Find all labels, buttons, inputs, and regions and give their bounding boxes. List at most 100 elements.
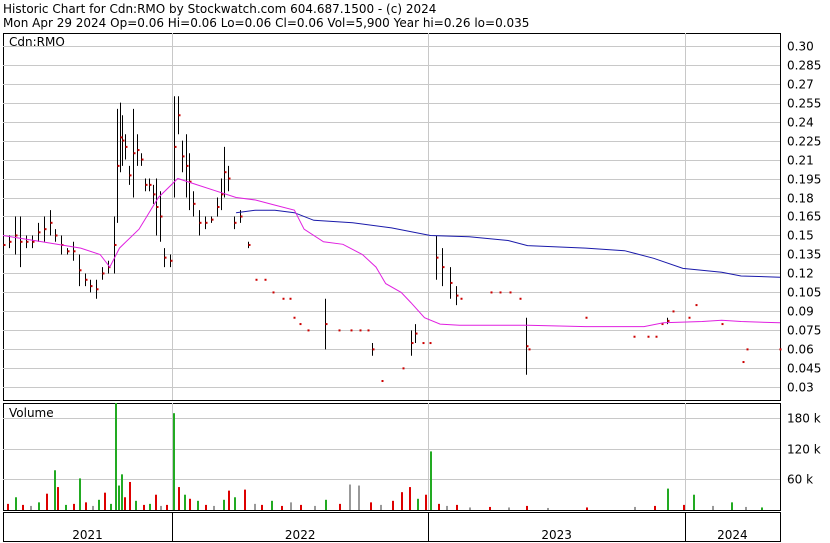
close-dot — [102, 272, 105, 275]
volume-bar — [438, 503, 440, 510]
close-dot — [199, 221, 202, 224]
close-dot — [585, 316, 588, 319]
close-dot — [182, 155, 185, 158]
close-dot — [490, 291, 493, 294]
volume-bar — [223, 499, 225, 510]
price-tick-label: 0.135 — [787, 248, 821, 262]
volume-bar — [213, 505, 215, 510]
close-dot — [667, 319, 670, 322]
volume-bar — [370, 502, 372, 510]
close-dot — [133, 152, 136, 155]
close-dot — [519, 297, 522, 300]
close-dot — [350, 329, 353, 332]
volume-bar — [73, 503, 75, 510]
volume-bar — [508, 507, 510, 510]
volume-bar — [325, 499, 327, 510]
volume-bar — [261, 504, 263, 510]
volume-bar — [745, 506, 747, 510]
close-dot — [9, 240, 12, 243]
close-dot — [450, 281, 453, 284]
close-dot — [422, 342, 425, 345]
price-tick-label: 0.18 — [787, 192, 814, 206]
volume-bar — [526, 505, 528, 510]
volume-bar — [184, 494, 186, 510]
close-dot — [32, 240, 35, 243]
price-tick-label: 0.24 — [787, 116, 814, 130]
close-dot — [120, 136, 123, 139]
close-dot — [55, 234, 58, 237]
volume-tick-label: 60 k — [787, 473, 813, 487]
price-tick-label: 0.15 — [787, 229, 814, 243]
volume-bar — [392, 500, 394, 510]
volume-bar — [254, 503, 256, 510]
volume-tick-label: 180 k — [787, 412, 821, 426]
close-dot — [359, 329, 362, 332]
close-dot — [44, 228, 47, 231]
close-dot — [164, 256, 167, 259]
volume-bar — [110, 503, 112, 510]
volume-bar — [244, 489, 246, 510]
close-dot — [282, 297, 285, 300]
close-dot — [402, 367, 405, 370]
close-dot — [528, 348, 531, 351]
close-dot — [293, 316, 296, 319]
close-dot — [79, 269, 82, 272]
price-tick-label: 0.075 — [787, 324, 821, 338]
volume-bar — [178, 487, 180, 510]
price-panel: 0.30 0.285 0.27 0.255 0.24 0.225 0.21 0.195 0.18… — [2, 33, 821, 401]
volume-bar — [290, 502, 292, 510]
close-dot — [15, 234, 18, 237]
close-dot — [149, 183, 152, 186]
volume-panel: 60 k 120 k 180 k Volume — [3, 403, 821, 511]
volume-bar — [118, 485, 120, 510]
volume-tick-label: 120 k — [787, 443, 821, 457]
close-dot — [153, 193, 156, 196]
close-dot — [20, 240, 23, 243]
x-tick-label: 2024 — [717, 528, 748, 542]
close-dot — [255, 278, 258, 281]
close-dot — [338, 329, 341, 332]
close-dot — [38, 231, 41, 234]
close-dot — [415, 332, 418, 335]
close-dot — [429, 342, 432, 345]
volume-bar — [761, 507, 763, 510]
volume-bar — [683, 504, 685, 510]
close-dot — [224, 171, 227, 174]
volume-bar — [7, 503, 9, 510]
close-dot — [688, 316, 691, 319]
volume-bar — [135, 500, 137, 510]
close-dot — [129, 174, 132, 177]
close-dot — [367, 329, 370, 332]
volume-bar — [22, 504, 24, 510]
volume-bar — [349, 484, 351, 510]
close-dot — [779, 348, 782, 351]
close-dot — [50, 221, 53, 224]
close-dot — [647, 335, 650, 338]
volume-bar — [205, 504, 207, 510]
close-dot — [122, 139, 125, 142]
volume-bar — [98, 499, 100, 510]
close-dot — [211, 218, 214, 221]
close-dot — [456, 294, 459, 297]
volume-bar — [129, 481, 131, 510]
close-dot — [178, 114, 181, 117]
price-tick-label: 0.105 — [787, 286, 821, 300]
x-tick-label: 2021 — [72, 528, 103, 542]
close-dot — [299, 323, 302, 326]
volume-bar — [358, 485, 360, 510]
close-dot — [114, 243, 117, 246]
volume-bar — [228, 490, 230, 510]
volume-bar — [281, 505, 283, 510]
price-tick-label: 0.21 — [787, 154, 814, 168]
price-tick-label: 0.30 — [787, 40, 814, 54]
close-dot — [272, 291, 275, 294]
close-dot — [193, 202, 196, 205]
close-dot — [746, 348, 749, 351]
x-tick-label: 2022 — [285, 528, 316, 542]
price-tick-label: 0.27 — [787, 78, 814, 92]
price-tick-label: 0.09 — [787, 305, 814, 319]
volume-bar — [693, 494, 695, 510]
x-axis: 2021 2022 2023 2024 — [3, 512, 781, 542]
volume-bar — [712, 505, 714, 510]
volume-bar — [65, 504, 67, 510]
